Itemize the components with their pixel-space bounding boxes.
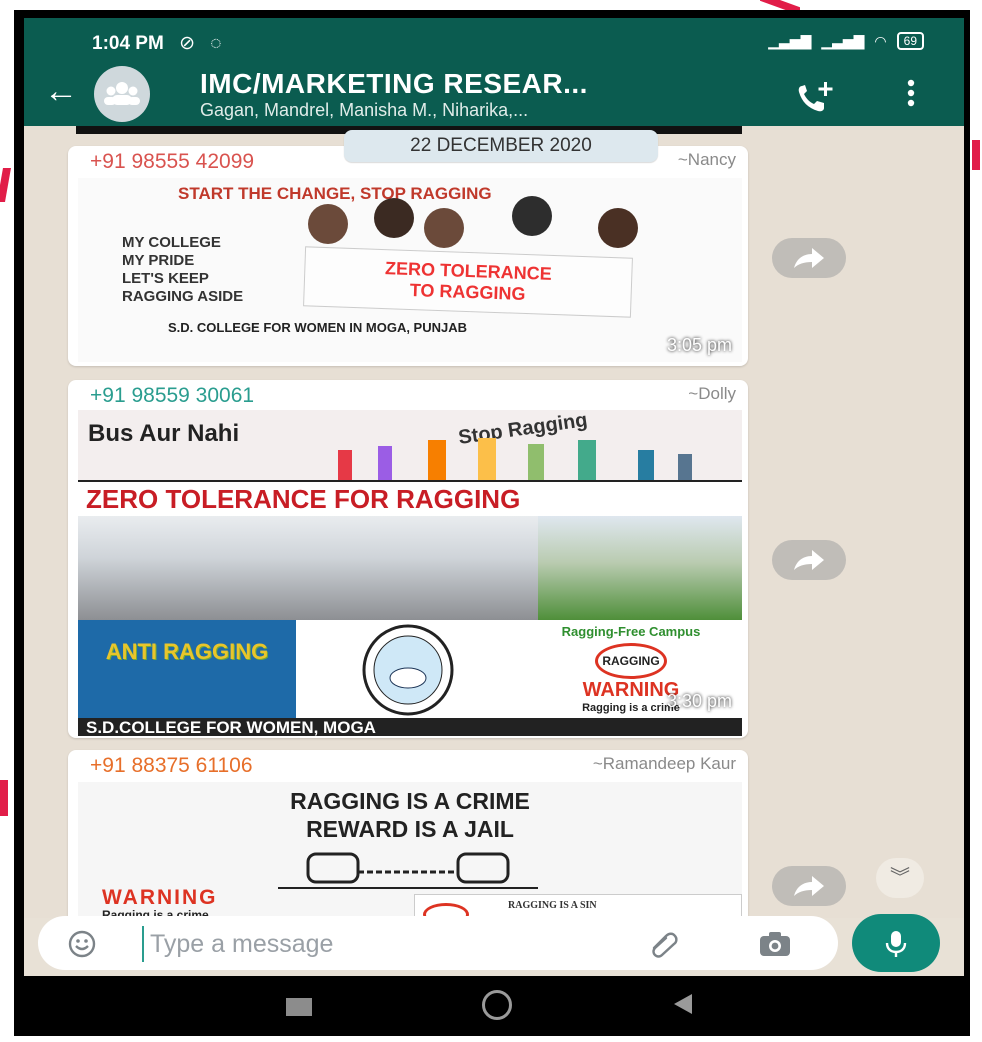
add-call-icon[interactable] [794, 80, 834, 121]
poster-footer: S.D.COLLEGE FOR WOMEN, MOGA [78, 718, 742, 736]
warning-text: WARNING [102, 886, 218, 909]
group-members[interactable]: Gagan, Mandrel, Manisha M., Niharika,... [200, 100, 528, 121]
scroll-down-icon[interactable]: ︾ [876, 858, 924, 898]
student-photo [374, 198, 414, 238]
forward-icon[interactable] [772, 866, 846, 906]
group-avatar-icon[interactable] [94, 66, 150, 122]
college-seal-icon [362, 624, 454, 716]
forward-icon[interactable] [772, 540, 846, 580]
date-divider: 22 DECEMBER 2020 [344, 130, 658, 162]
sender-phone[interactable]: +91 98555 42099 [90, 150, 254, 174]
whatsapp-icon: ◌ [210, 33, 222, 54]
chat-area[interactable]: +91 98555 42099 ~Nancy START THE CHANGE,… [24, 126, 964, 918]
sender-phone[interactable]: +91 98559 30061 [90, 384, 254, 408]
college-building-photo [78, 516, 538, 620]
back-arrow-icon[interactable]: ← [44, 74, 78, 108]
poster-image[interactable]: Bus Aur Nahi Stop Ragging ZERO TOLERANCE… [78, 410, 742, 736]
poster-line: REWARD IS A JAIL [306, 816, 514, 842]
poster-top-banner: Bus Aur Nahi Stop Ragging [78, 410, 742, 480]
college-logo-cell [296, 620, 520, 718]
slogan-line: LET'S KEEP [122, 270, 209, 287]
mic-button[interactable] [852, 914, 940, 972]
camera-icon[interactable] [758, 930, 792, 963]
slogan-line: MY PRIDE [122, 252, 195, 269]
slogan-line: RAGGING ASIDE [122, 288, 244, 305]
recents-button[interactable] [286, 998, 312, 1016]
signal-icon: ▁▃▅▇ [821, 32, 865, 49]
message-bubble[interactable]: +91 98555 42099 ~Nancy START THE CHANGE,… [68, 146, 748, 366]
anti-ragging-text: ANTI RAGGING [105, 639, 269, 664]
group-people-icon [104, 82, 140, 105]
message-time: 3:05 pm [666, 335, 732, 355]
battery-icon: 69 [896, 32, 924, 50]
corner-mark [0, 780, 8, 816]
message-bubble[interactable]: +91 88375 61106 ~Ramandeep Kaur RAGGING … [68, 750, 748, 918]
phone-screen: 1:04 PM ⊘ ◌ ▁▃▅▇ ▁▃▅▇ ◠ 69 ← IMC/MARKETI… [24, 18, 964, 1034]
slogan-line: MY COLLEGE [122, 234, 221, 251]
status-time: 1:04 PM [92, 33, 164, 54]
poster-image[interactable]: START THE CHANGE, STOP RAGGING MY COLLEG… [78, 178, 742, 362]
sender-nickname: ~Dolly [688, 384, 736, 403]
zero-tolerance-sign: ZERO TOLERANCE TO RAGGING [303, 246, 633, 318]
poster-headline: ZERO TOLERANCE FOR RAGGING [78, 482, 742, 516]
chat-header: 1:04 PM ⊘ ◌ ▁▃▅▇ ▁▃▅▇ ◠ 69 ← IMC/MARKETI… [24, 18, 964, 126]
sender-phone[interactable]: +91 88375 61106 [90, 754, 253, 778]
message-composer [38, 916, 838, 970]
student-photo [424, 208, 464, 248]
group-name[interactable]: IMC/MARKETING RESEAR... [200, 68, 588, 100]
sync-off-icon: ⊘ [179, 33, 196, 54]
message-input[interactable] [142, 926, 612, 962]
nav-back-button[interactable] [674, 994, 692, 1014]
emoji-icon[interactable] [68, 930, 96, 963]
college-garden-photo [538, 516, 742, 620]
corner-mark [972, 140, 980, 170]
anti-ragging-cell: ANTI RAGGING [78, 620, 296, 718]
poster-line: RAGGING IS A CRIME [290, 788, 530, 814]
home-button[interactable] [482, 990, 512, 1020]
message-bubble[interactable]: +91 98559 30061 ~Dolly Bus Aur Nahi Stop… [68, 380, 748, 738]
signal-indicators: ▁▃▅▇ ▁▃▅▇ ◠ 69 [768, 32, 924, 50]
message-time: 3:30 pm [666, 691, 732, 711]
status-bar: 1:04 PM ⊘ ◌ [92, 32, 222, 55]
poster-footer: S.D. COLLEGE FOR WOMEN IN MOGA, PUNJAB [168, 320, 468, 335]
signal-icon: ▁▃▅▇ [768, 32, 812, 49]
sender-nickname: ~Nancy [677, 150, 736, 169]
sender-nickname: ~Ramandeep Kaur [592, 754, 736, 773]
ragging-free-title: Ragging-Free Campus [561, 624, 701, 639]
raised-hands-icon [338, 438, 692, 480]
attach-icon[interactable] [648, 930, 680, 963]
mic-icon [885, 931, 907, 957]
poster-headline: START THE CHANGE, STOP RAGGING [178, 184, 492, 203]
ragging-badge: RAGGING [595, 643, 667, 679]
student-photo [512, 196, 552, 236]
more-vert-icon[interactable] [906, 78, 916, 113]
student-photo [598, 208, 638, 248]
poster-image[interactable]: RAGGING IS A CRIME REWARD IS A JAIL WARN… [78, 782, 742, 918]
student-photo [308, 204, 348, 244]
ragging-sin-text: RAGGING IS A SIN [508, 900, 597, 911]
forward-icon[interactable] [772, 238, 846, 278]
corner-mark [0, 168, 11, 202]
system-navigation-bar [24, 976, 964, 1034]
wifi-icon: ◠ [874, 32, 887, 49]
poster-slogan: MY COLLEGE MY PRIDE LET'S KEEP RAGGING A… [122, 234, 243, 306]
